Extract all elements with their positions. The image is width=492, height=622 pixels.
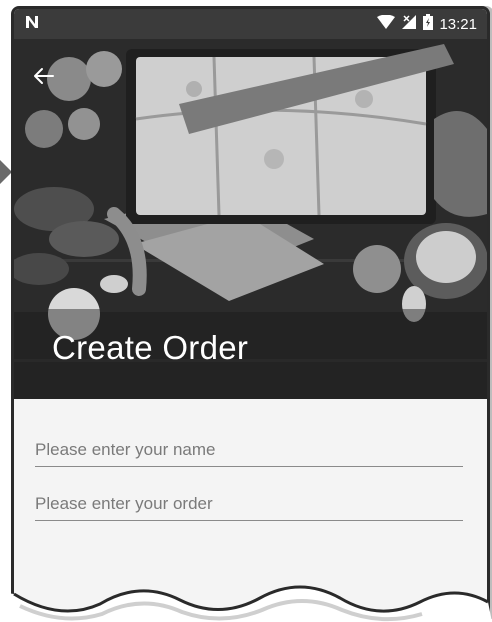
order-placeholder: Please enter your order — [35, 494, 213, 513]
battery-icon — [423, 14, 434, 34]
phone-screen: 13:21 Create Order Please enter your nam… — [11, 6, 490, 619]
status-time: 13:21 — [439, 15, 477, 33]
name-placeholder: Please enter your name — [35, 440, 216, 459]
wifi-icon — [377, 14, 396, 33]
page-title: Create Order — [52, 329, 249, 366]
back-button[interactable] — [32, 67, 62, 97]
status-bar: 13:21 — [14, 9, 487, 39]
hero-banner: Create Order — [14, 39, 487, 399]
no-signal-icon — [401, 14, 417, 34]
torn-paper-edge — [0, 585, 492, 622]
order-input[interactable]: Please enter your order — [35, 489, 463, 521]
n-logo-icon — [24, 14, 40, 35]
name-input[interactable]: Please enter your name — [35, 435, 463, 467]
